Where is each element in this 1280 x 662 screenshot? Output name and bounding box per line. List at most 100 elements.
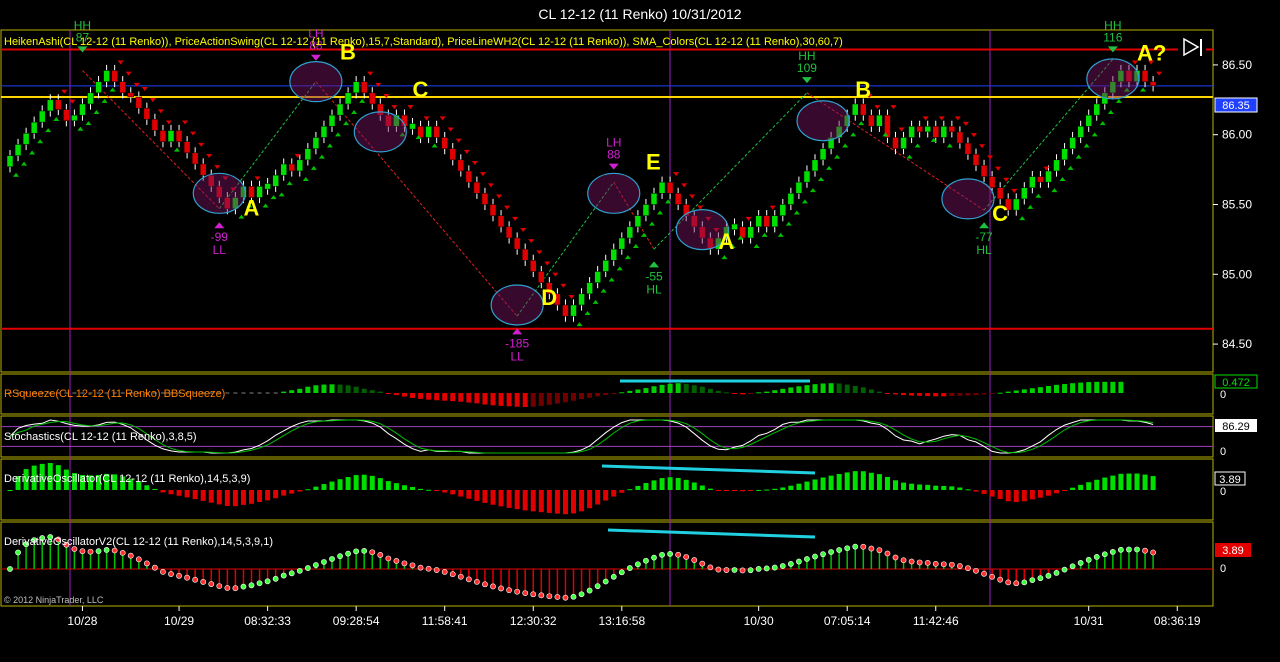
deriv-osc-bar	[232, 490, 238, 507]
deriv-osc-v2-dot	[1053, 569, 1060, 576]
up-trend-marker	[616, 266, 623, 271]
down-trend-marker	[367, 71, 374, 76]
deriv-osc-bar	[917, 484, 923, 490]
deriv-osc-bar	[176, 490, 182, 496]
up-trend-marker	[37, 139, 44, 144]
highlight-ellipse	[796, 100, 850, 142]
deriv-osc-v2-dot	[103, 547, 110, 553]
candle-body	[578, 293, 585, 306]
deriv-osc-bar	[418, 488, 424, 490]
annotation-letter: E	[646, 150, 661, 175]
deriv-osc-v2-dot	[876, 547, 883, 554]
deriv-osc-v2-dot	[1029, 577, 1036, 584]
candle-body	[433, 126, 440, 138]
candle-body	[618, 237, 626, 250]
deriv-osc-v2-divergence-line	[607, 528, 816, 539]
squeeze-bar	[756, 392, 762, 394]
deriv-osc-bar	[522, 490, 528, 511]
squeeze-bar	[313, 385, 319, 393]
deriv-osc-v2-dot	[707, 564, 714, 571]
squeeze-bar	[820, 383, 826, 393]
deriv-osc-v2-dot	[522, 590, 529, 596]
deriv-osc-bar	[659, 478, 665, 490]
deriv-osc-bar	[450, 490, 456, 495]
down-trend-marker	[439, 116, 446, 121]
candle-body	[30, 121, 38, 134]
up-trend-marker	[576, 322, 583, 327]
deriv-osc-bar	[1054, 490, 1059, 494]
squeeze-bar	[740, 393, 746, 395]
pivot-high-triangle	[310, 54, 321, 61]
down-trend-marker	[206, 154, 213, 159]
down-trend-marker	[769, 205, 776, 210]
squeeze-bar	[957, 393, 963, 396]
squeeze-bar	[772, 390, 778, 393]
candle-body	[908, 126, 915, 138]
squeeze-bar	[289, 390, 295, 393]
deriv-osc-bar	[490, 490, 496, 505]
deriv-osc-bar	[289, 490, 295, 494]
squeeze-bar	[748, 393, 754, 394]
squeeze-bar	[241, 392, 246, 394]
candle-body	[916, 126, 923, 133]
candle-body	[191, 152, 199, 165]
squeeze-bar	[345, 385, 351, 393]
deriv-osc-bar	[329, 481, 335, 490]
deriv-osc-v2-dot	[232, 585, 239, 592]
deriv-osc-bar	[1094, 479, 1100, 490]
deriv-osc-v2-dot	[296, 567, 303, 574]
deriv-osc-v2-dot	[369, 549, 376, 556]
squeeze-bar	[868, 389, 874, 393]
squeeze-bar	[949, 393, 955, 397]
deriv-osc-bar	[281, 490, 287, 496]
down-trend-marker	[528, 239, 535, 244]
candle-body	[22, 133, 30, 145]
stochastics-indicator-label: Stochastics(CL 12-12 (11 Renko),3,8,5)	[4, 431, 197, 443]
up-trend-marker	[818, 176, 824, 181]
deriv-osc-v2-dot	[1134, 546, 1140, 553]
squeeze-bar	[458, 393, 464, 402]
deriv-osc-bar	[820, 477, 826, 490]
down-trend-marker	[182, 120, 189, 125]
candle-body	[344, 92, 352, 105]
deriv-osc-bar	[1118, 473, 1124, 490]
deriv-osc-zero-label: 0	[1220, 486, 1226, 498]
squeeze-bar	[514, 393, 520, 407]
down-trend-marker	[149, 98, 156, 103]
squeeze-bar	[321, 384, 327, 393]
up-trend-marker	[592, 299, 599, 304]
deriv-osc-v2-dot	[288, 570, 295, 577]
squeeze-bar	[796, 386, 802, 393]
squeeze-bar	[933, 393, 939, 397]
deriv-osc-bar	[474, 490, 480, 501]
deriv-osc-v2-dot	[1093, 553, 1100, 560]
deriv-osc-bar	[305, 489, 311, 491]
chart-area[interactable]: HH87 LH88HH109LH88HH116-99LL-185LL-55HL-7…	[0, 0, 1280, 662]
candle-body	[489, 204, 497, 216]
candle-body	[360, 81, 368, 94]
candle-body	[111, 70, 118, 82]
down-trend-marker	[455, 138, 462, 143]
up-trend-marker	[29, 150, 36, 155]
deriv-osc-v2-dot	[465, 576, 472, 583]
deriv-osc-bar	[860, 471, 866, 490]
candle-body	[755, 215, 762, 228]
candle-body	[505, 226, 513, 239]
candle-body	[167, 130, 175, 142]
up-trend-marker	[270, 195, 277, 200]
squeeze-bar	[225, 392, 230, 394]
squeeze-bar	[893, 393, 898, 395]
squeeze-bar	[571, 393, 576, 401]
candle-body	[465, 170, 473, 183]
squeeze-bar	[377, 391, 383, 393]
down-trend-marker	[463, 149, 470, 154]
deriv-osc-v2-dot	[828, 549, 834, 555]
deriv-osc-v2-dot	[441, 569, 448, 575]
scroll-to-end-button[interactable]	[1178, 34, 1206, 60]
price-axis-label: 85.50	[1222, 197, 1252, 211]
candle-body	[996, 187, 1004, 200]
down-trend-marker	[970, 133, 977, 138]
squeeze-bar	[426, 393, 432, 400]
up-trend-marker	[801, 199, 808, 204]
deriv-osc-bar	[361, 474, 367, 490]
